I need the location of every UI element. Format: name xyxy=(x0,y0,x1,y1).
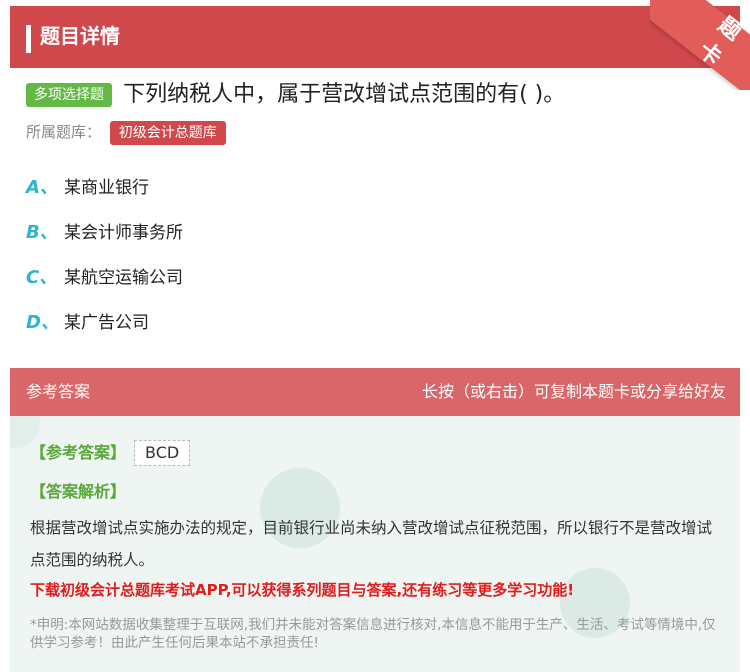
analysis-text: 根据营改增试点实施办法的规定，目前银行业尚未纳入营改增试点征税范围，所以银行不是… xyxy=(30,519,713,569)
analysis-label: 【答案解析】 xyxy=(30,482,127,501)
question-bank-row: 所属题库： 初级会计总题库 xyxy=(26,120,226,145)
question-detail-header: 题目详情 xyxy=(10,6,740,68)
reference-answer-label: 【参考答案】 xyxy=(30,443,127,462)
option-b[interactable]: B、 某会计师事务所 xyxy=(26,221,183,245)
bank-name-tag[interactable]: 初级会计总题库 xyxy=(109,121,226,145)
question-text: 下列纳税人中，属于营改增试点范围的有( )。 xyxy=(123,82,566,107)
header-accent-bar xyxy=(26,25,31,53)
option-letter: A、 xyxy=(26,177,58,198)
answer-panel: 参考答案 长按（或右击）可复制本题卡或分享给好友 【参考答案】 BCD 【答案解析… xyxy=(10,368,740,672)
header-title: 题目详情 xyxy=(40,24,120,48)
option-text: 某广告公司 xyxy=(64,313,149,333)
corner-ribbon: 题卡 xyxy=(650,0,750,90)
answer-panel-title: 参考答案 xyxy=(26,382,91,401)
bank-label: 所属题库： xyxy=(26,123,102,141)
app-download-promo[interactable]: 下载初级会计总题库考试APP,可以获得系列题目与答案,还有练习等更多学习功能! xyxy=(30,578,574,602)
option-letter: C、 xyxy=(26,267,58,288)
option-text: 某商业银行 xyxy=(64,178,149,198)
reference-answer-row: 【参考答案】 BCD xyxy=(30,440,191,466)
share-hint: 长按（或右击）可复制本题卡或分享给好友 xyxy=(421,382,726,401)
option-c[interactable]: C、 某航空运输公司 xyxy=(26,266,183,290)
option-d[interactable]: D、 某广告公司 xyxy=(26,311,149,335)
option-letter: B、 xyxy=(26,222,58,243)
disclaimer-text: *申明:本网站数据收集整理于互联网,我们并未能对答案信息进行核对,本信息不能用于… xyxy=(30,617,716,651)
answer-panel-header: 参考答案 长按（或右击）可复制本题卡或分享给好友 xyxy=(10,368,740,416)
question-stem: 多项选择题 下列纳税人中，属于营改增试点范围的有( )。 xyxy=(26,80,726,110)
option-text: 某航空运输公司 xyxy=(64,268,183,288)
option-text: 某会计师事务所 xyxy=(64,223,183,243)
question-type-badge: 多项选择题 xyxy=(26,83,112,107)
reference-answer-value: BCD xyxy=(134,440,191,466)
option-letter: D、 xyxy=(26,312,59,333)
option-a[interactable]: A、 某商业银行 xyxy=(26,176,149,200)
